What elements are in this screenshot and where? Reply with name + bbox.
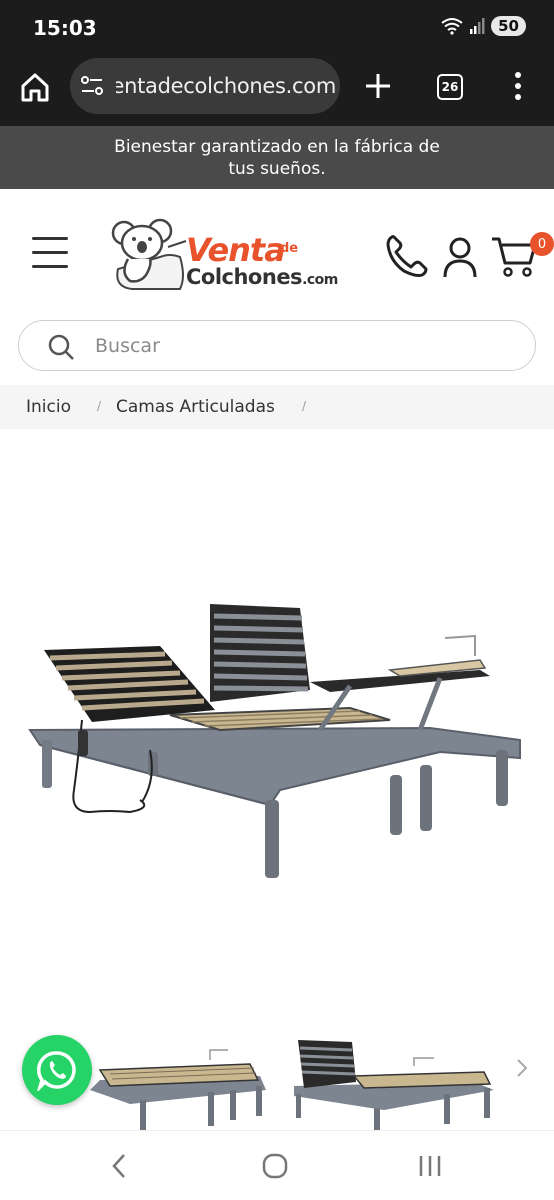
hamburger-line bbox=[32, 237, 68, 240]
more-menu-icon[interactable] bbox=[508, 70, 528, 102]
breadcrumb-category-link[interactable]: Camas Articuladas bbox=[116, 397, 275, 417]
search-bar[interactable] bbox=[18, 320, 536, 371]
logo-colchones-word: Colchones bbox=[186, 265, 303, 289]
menu-button[interactable] bbox=[32, 237, 68, 271]
status-time: 15:03 bbox=[33, 16, 97, 40]
breadcrumb-separator: / bbox=[302, 399, 307, 413]
announcement-line-1: Bienestar garantizado en la fábrica de bbox=[114, 137, 440, 157]
hamburger-line bbox=[32, 251, 68, 254]
right-backrest bbox=[210, 604, 310, 702]
status-icons: 50 bbox=[441, 16, 526, 36]
logo-colchones: Colchones.com bbox=[186, 265, 338, 289]
whatsapp-icon bbox=[36, 1051, 76, 1091]
search-icon[interactable] bbox=[47, 333, 75, 361]
home-circle-icon[interactable] bbox=[260, 1151, 290, 1181]
url-text: ventadecolchones.com bbox=[116, 74, 336, 98]
left-backrest bbox=[44, 646, 215, 722]
back-icon[interactable] bbox=[108, 1151, 132, 1181]
recent-apps-icon[interactable] bbox=[416, 1151, 444, 1181]
breadcrumb-home-link[interactable]: Inicio bbox=[26, 397, 71, 417]
logo-venta: Venta bbox=[186, 231, 286, 269]
wifi-icon bbox=[441, 18, 463, 35]
site-logo[interactable]: Venta de Colchones.com bbox=[110, 217, 350, 293]
phone-icon[interactable] bbox=[384, 233, 430, 279]
search-input[interactable] bbox=[95, 329, 515, 363]
koala-logo-icon bbox=[111, 218, 187, 290]
site-settings-icon[interactable] bbox=[80, 75, 104, 97]
whatsapp-button[interactable] bbox=[22, 1035, 92, 1105]
cart-count-badge: 0 bbox=[530, 232, 554, 256]
home-icon[interactable] bbox=[18, 70, 52, 104]
browser-toolbar: ventadecolchones.com 26 bbox=[0, 58, 554, 126]
breadcrumb-separator: / bbox=[97, 399, 102, 413]
product-thumbnail[interactable] bbox=[60, 1030, 270, 1130]
new-tab-icon[interactable] bbox=[362, 70, 394, 102]
product-thumbnail[interactable] bbox=[284, 1030, 500, 1130]
status-bar: 15:03 50 bbox=[0, 0, 554, 58]
logo-de: de bbox=[280, 241, 299, 256]
user-account-icon[interactable] bbox=[442, 237, 478, 279]
logo-dotcom: .com bbox=[302, 272, 338, 288]
battery-indicator: 50 bbox=[491, 16, 526, 36]
announcement-bar: Bienestar garantizado en la fábrica de t… bbox=[0, 126, 554, 189]
tab-switcher-button[interactable]: 26 bbox=[437, 74, 463, 100]
product-image[interactable] bbox=[20, 590, 540, 890]
address-bar[interactable]: ventadecolchones.com bbox=[70, 58, 340, 114]
left-slats bbox=[169, 706, 391, 732]
signal-icon bbox=[470, 18, 485, 34]
announcement-line-2: tus sueños. bbox=[228, 159, 326, 179]
site-header: Venta de Colchones.com bbox=[0, 189, 554, 314]
system-navigation-bar bbox=[0, 1130, 554, 1200]
hamburger-line bbox=[32, 265, 68, 268]
chevron-right-icon[interactable] bbox=[512, 1056, 532, 1080]
breadcrumb: Inicio / Camas Articuladas / bbox=[0, 385, 554, 429]
